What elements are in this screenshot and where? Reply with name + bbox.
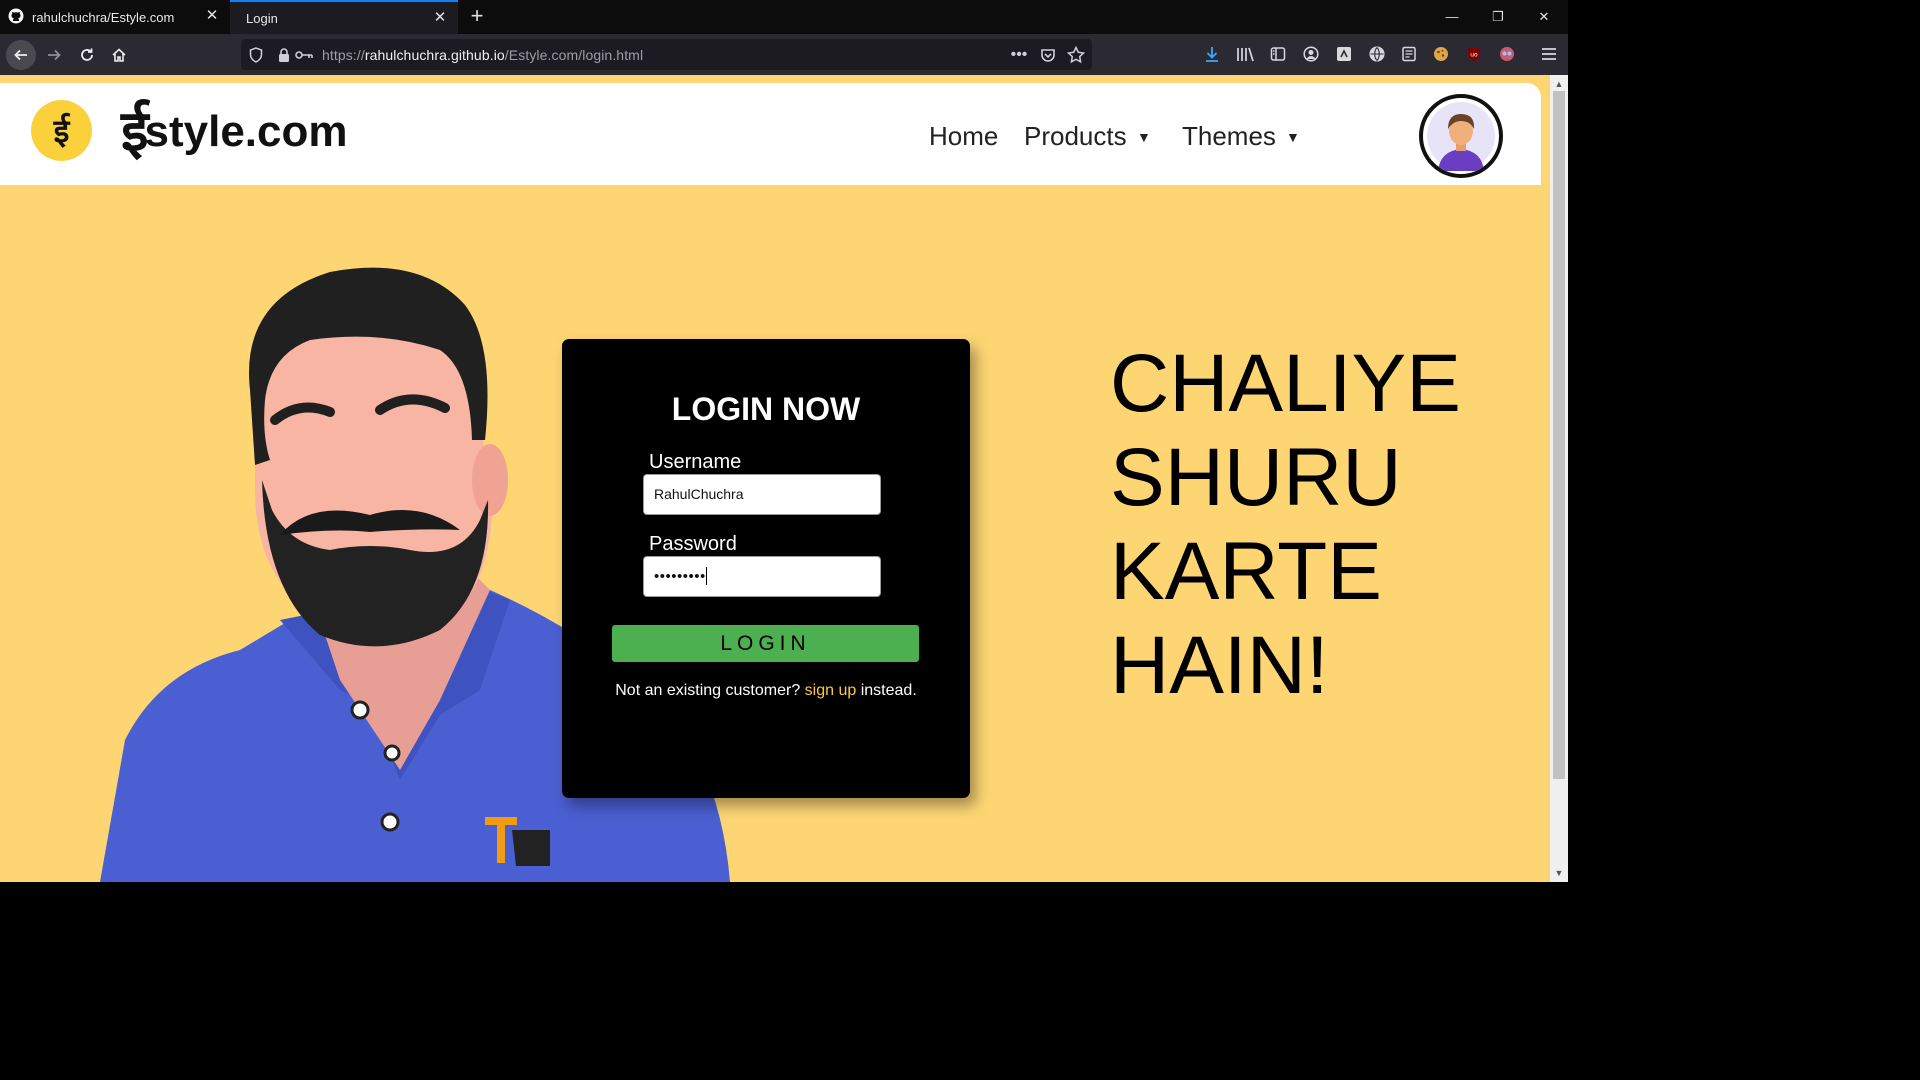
password-mask: •••••••••: [654, 568, 706, 585]
nav-themes[interactable]: Themes: [1182, 121, 1276, 152]
home-icon: [112, 48, 126, 62]
close-window-icon[interactable]: ✕: [1533, 6, 1555, 28]
sidebar-icon[interactable]: [1269, 45, 1287, 63]
bookmark-star-icon[interactable]: [1067, 46, 1085, 64]
products-dropdown-icon[interactable]: ▼: [1137, 129, 1151, 145]
close-tab-icon[interactable]: ✕: [432, 10, 448, 26]
new-tab-button[interactable]: +: [466, 5, 488, 27]
url-text: https://rahulchuchra.github.io/Estyle.co…: [322, 47, 644, 63]
tab-github[interactable]: rahulchuchra/Estyle.com ✕: [0, 0, 230, 34]
mask-extension-icon[interactable]: [1498, 45, 1516, 63]
download-icon[interactable]: [1203, 45, 1221, 63]
lock-icon[interactable]: [275, 46, 293, 64]
login-form: LOGIN NOW Username RahulChuchra Password…: [562, 339, 970, 798]
slogan-line: SHURU: [1110, 432, 1402, 523]
page-scrollbar[interactable]: ▲ ▼: [1550, 75, 1568, 882]
ublock-origin-icon[interactable]: uo: [1465, 45, 1483, 63]
browser-toolbar: https://rahulchuchra.github.io/Estyle.co…: [0, 34, 1568, 75]
tab-title: Login: [246, 10, 278, 26]
slogan: CHALIYE SHURU KARTE HAIN!: [1110, 337, 1461, 713]
back-button[interactable]: [6, 40, 36, 70]
globe-icon[interactable]: [1368, 45, 1386, 63]
brand-name[interactable]: ईstyle.com: [121, 91, 347, 167]
reload-button[interactable]: [72, 40, 102, 70]
key-icon[interactable]: [295, 46, 313, 64]
username-label: Username: [649, 451, 742, 473]
slogan-line: KARTE: [1110, 526, 1382, 617]
reload-icon: [81, 48, 93, 61]
username-value: RahulChuchra: [654, 486, 744, 502]
user-avatar[interactable]: [1419, 94, 1503, 178]
close-tab-icon[interactable]: ✕: [204, 8, 220, 24]
library-icon[interactable]: [1236, 45, 1254, 63]
signup-note: Not an existing customer? sign up instea…: [562, 682, 970, 700]
slogan-line: CHALIYE: [1110, 338, 1461, 429]
restore-icon[interactable]: ❐: [1487, 6, 1509, 28]
github-icon: [8, 8, 24, 27]
forward-arrow-icon: [48, 49, 61, 61]
hamburger-menu-icon[interactable]: [1540, 45, 1558, 63]
slogan-line: HAIN!: [1110, 620, 1329, 711]
more-actions-icon[interactable]: •••: [1010, 46, 1028, 64]
scroll-up-icon[interactable]: ▲: [1554, 79, 1564, 89]
pocket-icon[interactable]: [1039, 46, 1057, 64]
reader-icon[interactable]: [1400, 45, 1418, 63]
forward-button[interactable]: [39, 40, 69, 70]
logo-glyph: ई: [53, 112, 70, 150]
browser-tab-bar: rahulchuchra/Estyle.com ✕ Login ✕ + — ❐ …: [0, 0, 1568, 34]
minimize-icon[interactable]: —: [1441, 6, 1463, 28]
avatar-icon: [1427, 102, 1495, 171]
tab-login[interactable]: Login ✕: [230, 0, 458, 34]
brand-suffix: style.com: [144, 107, 348, 156]
account-icon[interactable]: [1302, 45, 1320, 63]
shield-icon[interactable]: [247, 46, 265, 64]
login-button[interactable]: LOGIN: [612, 625, 919, 662]
text-cursor: [705, 567, 707, 585]
home-button[interactable]: [104, 40, 134, 70]
nav-products[interactable]: Products: [1024, 121, 1127, 152]
cookie-icon[interactable]: [1432, 45, 1450, 63]
tab-title: rahulchuchra/Estyle.com: [32, 9, 175, 25]
password-input[interactable]: •••••••••: [643, 556, 881, 597]
username-input[interactable]: RahulChuchra: [643, 474, 881, 515]
scrollbar-thumb[interactable]: [1553, 91, 1565, 779]
password-label: Password: [649, 533, 737, 555]
signup-note-text: Not an existing customer?: [615, 682, 801, 699]
nav-home[interactable]: Home: [929, 121, 998, 152]
page-viewport: ई ईstyle.com Home Products ▼ Themes ▼ LO…: [0, 75, 1568, 882]
site-logo[interactable]: ई: [31, 100, 92, 161]
signup-link[interactable]: sign up: [805, 682, 857, 699]
themes-dropdown-icon[interactable]: ▼: [1286, 129, 1300, 145]
extension-puzzle-icon[interactable]: [1335, 45, 1353, 63]
svg-text:uo: uo: [1470, 52, 1478, 59]
scroll-down-icon[interactable]: ▼: [1554, 868, 1564, 878]
signup-note-suffix: instead.: [860, 682, 917, 699]
back-arrow-icon: [14, 49, 27, 61]
site-header: ई ईstyle.com Home Products ▼ Themes ▼: [0, 83, 1541, 185]
login-title: LOGIN NOW: [671, 391, 861, 427]
address-bar[interactable]: https://rahulchuchra.github.io/Estyle.co…: [241, 39, 1092, 70]
